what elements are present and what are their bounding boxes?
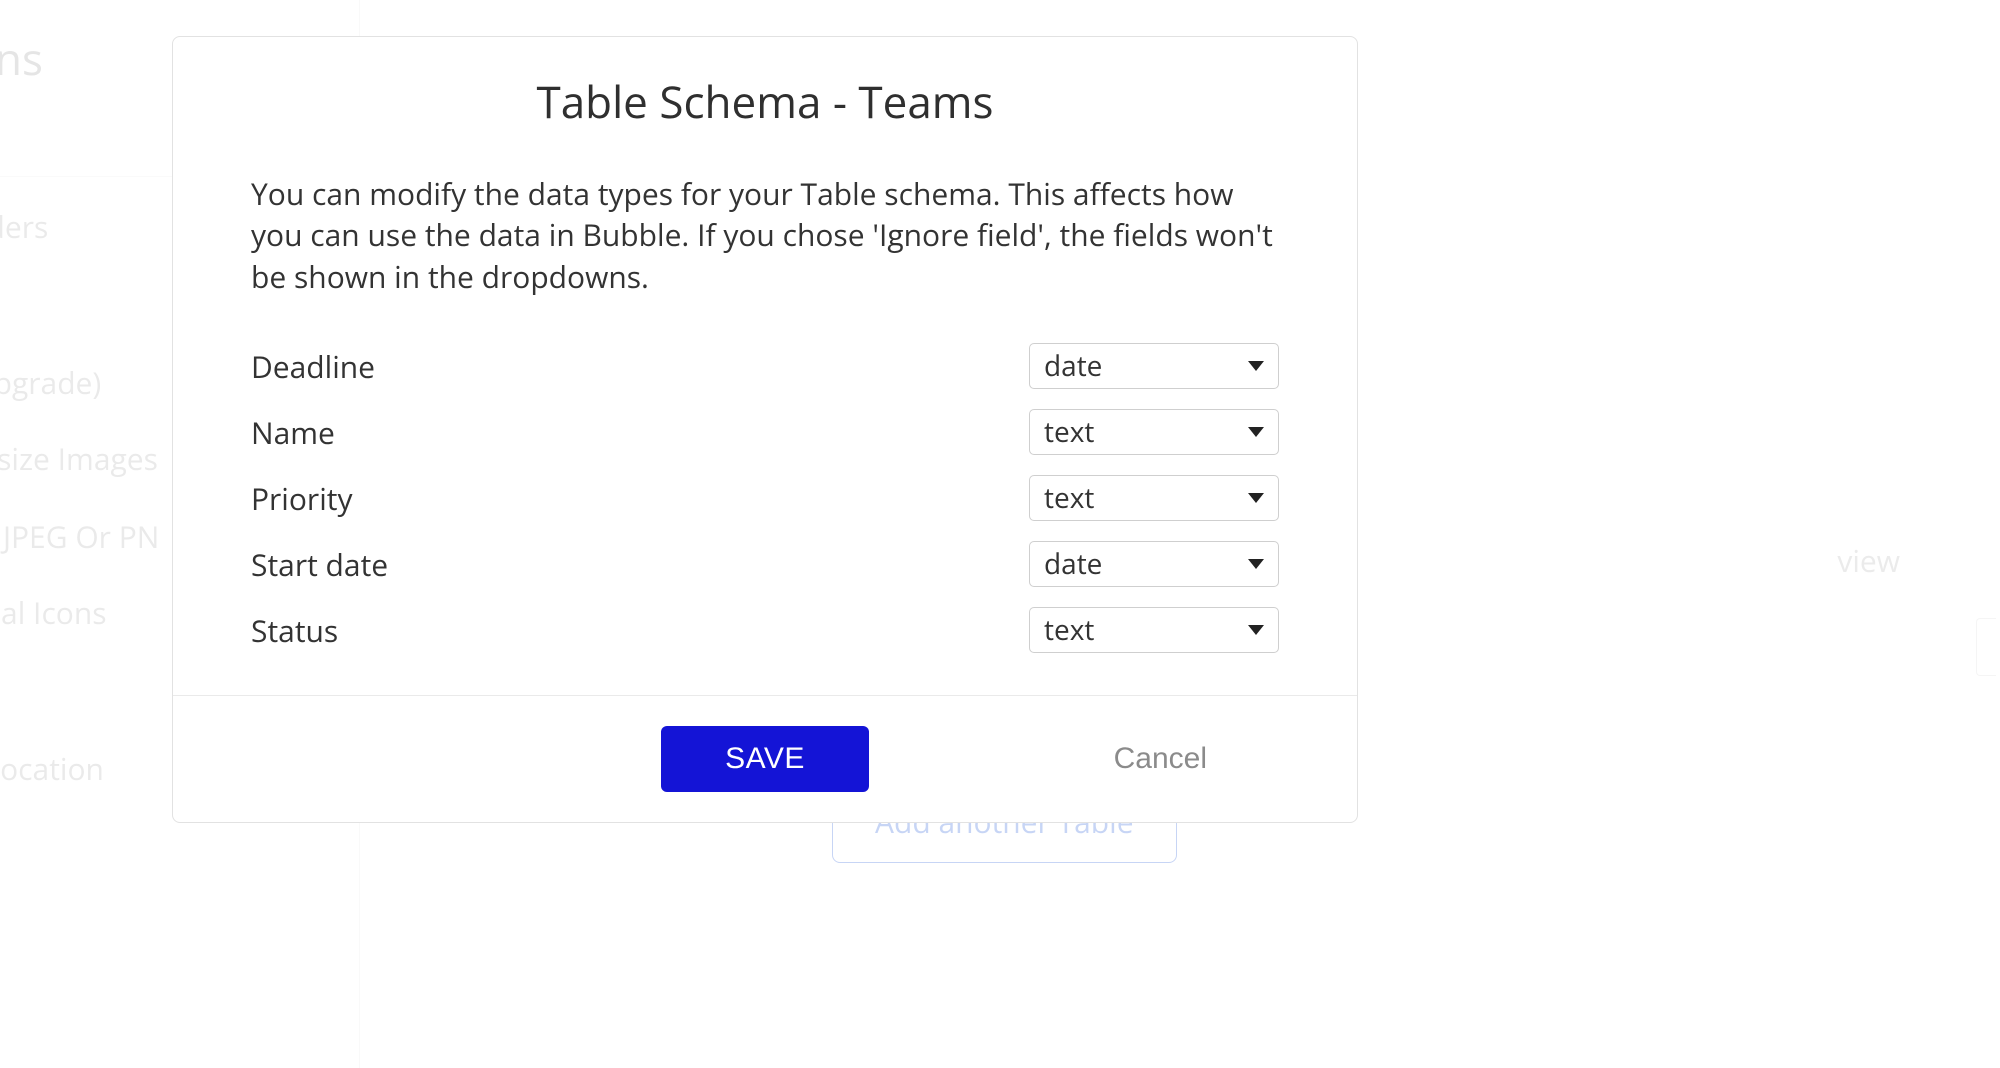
select-value: text xyxy=(1044,611,1094,649)
sidebar-item[interactable]: Can Upgrade) xyxy=(0,362,101,403)
datatype-select-priority[interactable]: text xyxy=(1029,475,1279,521)
datatype-select-deadline[interactable]: date xyxy=(1029,343,1279,389)
field-row-start-date: Start date date xyxy=(251,541,1279,587)
sidebar-item[interactable]: P Geolocation xyxy=(0,748,104,789)
chevron-down-icon xyxy=(1248,559,1264,569)
table-schema-modal: Table Schema - Teams You can modify the … xyxy=(172,36,1358,823)
datatype-select-status[interactable]: text xyxy=(1029,607,1279,653)
select-value: date xyxy=(1044,347,1102,385)
datatype-select-start-date[interactable]: date xyxy=(1029,541,1279,587)
sidebar-title: gins xyxy=(0,28,43,88)
field-row-deadline: Deadline date xyxy=(251,343,1279,389)
field-label: Start date xyxy=(251,544,388,585)
sidebar-item[interactable]: d Loaders xyxy=(0,206,48,247)
select-value: text xyxy=(1044,479,1094,517)
sidebar-item[interactable]: s & Resize Images xyxy=(0,438,158,479)
chevron-down-icon xyxy=(1248,493,1264,503)
modal-title: Table Schema - Teams xyxy=(193,71,1337,131)
view-label: view xyxy=(1837,540,1900,581)
modal-header: Table Schema - Teams xyxy=(173,37,1357,159)
field-label: Deadline xyxy=(251,346,375,387)
field-label: Priority xyxy=(251,478,352,519)
modal-footer: SAVE Cancel xyxy=(173,695,1357,822)
field-label: Status xyxy=(251,610,338,651)
field-row-name: Name text xyxy=(251,409,1279,455)
sidebar-item[interactable]: Material Icons xyxy=(0,592,107,633)
field-label: Name xyxy=(251,412,335,453)
field-row-status: Status text xyxy=(251,607,1279,653)
chevron-down-icon xyxy=(1248,625,1264,635)
modal-body: You can modify the data types for your T… xyxy=(173,159,1357,695)
modal-description: You can modify the data types for your T… xyxy=(251,173,1279,297)
chevron-down-icon xyxy=(1248,361,1264,371)
view-box-partial xyxy=(1976,618,1996,676)
save-button[interactable]: SAVE xyxy=(661,726,869,792)
datatype-select-name[interactable]: text xyxy=(1029,409,1279,455)
chevron-down-icon xyxy=(1248,427,1264,437)
field-row-priority: Priority text xyxy=(251,475,1279,521)
select-value: text xyxy=(1044,413,1094,451)
sidebar-item[interactable]: s PDF, JPEG Or PN xyxy=(0,516,159,557)
select-value: date xyxy=(1044,545,1102,583)
cancel-button[interactable]: Cancel xyxy=(1114,742,1207,776)
